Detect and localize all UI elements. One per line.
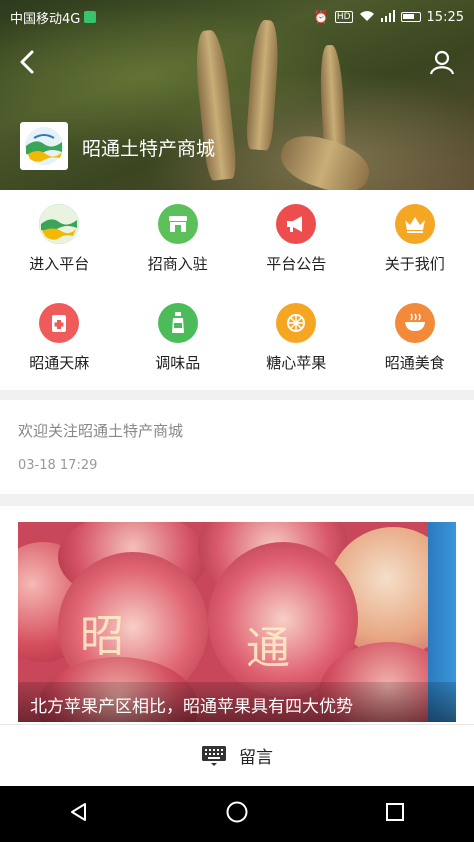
message-label: 留言 — [239, 748, 273, 768]
menu-label: 昭通天麻 — [29, 354, 90, 372]
header-banner: 中国移动4G ⏰ HD 15:25 昭通土特产商城 — [0, 0, 474, 190]
menu-item-apples[interactable]: 糖心苹果 — [237, 289, 356, 388]
carrier-label: 中国移动4G — [10, 11, 81, 27]
menu-item-about-us[interactable]: 关于我们 — [356, 190, 474, 289]
keyboard-icon — [202, 745, 226, 766]
article-card[interactable]: 昭 通 北方苹果产区相比，昭通苹果具有四大优势 — [18, 522, 456, 722]
hd-icon: HD — [334, 11, 353, 23]
section-divider — [0, 390, 474, 400]
storefront-icon — [157, 204, 198, 244]
menu-grid: 进入平台 招商入驻 平台公告 关于我们 昭通天麻 调味品 糖心苹果 昭通美食 — [0, 190, 474, 388]
menu-label: 平台公告 — [266, 255, 327, 273]
apple-engraving: 昭 — [80, 611, 124, 662]
menu-label: 进入平台 — [29, 255, 90, 273]
menu-item-enter-platform[interactable]: 进入平台 — [0, 190, 119, 289]
shop-logo — [20, 122, 68, 170]
crown-icon — [394, 204, 435, 244]
medicine-icon — [39, 303, 80, 343]
menu-item-local-food[interactable]: 昭通美食 — [356, 289, 474, 388]
landscape-icon — [39, 204, 80, 244]
sim-icon — [84, 11, 97, 23]
home-circle-icon — [226, 801, 248, 823]
signal-icon — [380, 9, 395, 25]
alarm-icon: ⏰ — [313, 10, 329, 24]
nav-home-button[interactable] — [225, 800, 249, 828]
nav-back-button[interactable] — [68, 801, 90, 827]
back-triangle-icon — [70, 803, 86, 821]
article-caption: 北方苹果产区相比，昭通苹果具有四大优势 — [18, 682, 456, 722]
banner-photo-shoot — [245, 19, 281, 151]
status-bar: 中国移动4G ⏰ HD 15:25 — [0, 0, 474, 34]
system-nav-bar — [0, 786, 474, 842]
menu-label: 调味品 — [155, 354, 201, 372]
battery-icon — [400, 12, 421, 22]
nav-recents-button[interactable] — [384, 801, 406, 827]
menu-item-announcement[interactable]: 平台公告 — [237, 190, 356, 289]
menu-item-condiments[interactable]: 调味品 — [119, 289, 238, 388]
chevron-left-icon — [20, 50, 34, 74]
message-bar[interactable]: 留言 — [0, 724, 474, 786]
shop-name: 昭通土特产商城 — [82, 138, 216, 160]
wifi-icon — [359, 10, 375, 25]
user-icon — [429, 50, 455, 75]
back-button[interactable] — [14, 48, 42, 76]
user-button[interactable] — [428, 48, 456, 76]
bottle-icon — [157, 303, 198, 343]
menu-item-gastrodia[interactable]: 昭通天麻 — [0, 289, 119, 388]
apple-engraving: 通 — [246, 623, 290, 674]
section-divider — [0, 494, 474, 506]
megaphone-icon — [276, 204, 317, 244]
menu-label: 招商入驻 — [147, 255, 208, 273]
bowl-icon — [394, 303, 435, 343]
citrus-icon — [276, 303, 317, 343]
recents-square-icon — [386, 803, 405, 821]
notice-card[interactable] — [0, 400, 474, 492]
menu-label: 昭通美食 — [384, 354, 445, 372]
menu-label: 糖心苹果 — [266, 354, 327, 372]
menu-label: 关于我们 — [384, 255, 445, 273]
notice-time: 03-18 17:29 — [18, 458, 98, 473]
menu-item-merchant-join[interactable]: 招商入驻 — [119, 190, 238, 289]
clock-time: 15:25 — [426, 9, 464, 25]
notice-text: 欢迎关注昭通土特产商城 — [18, 422, 184, 440]
